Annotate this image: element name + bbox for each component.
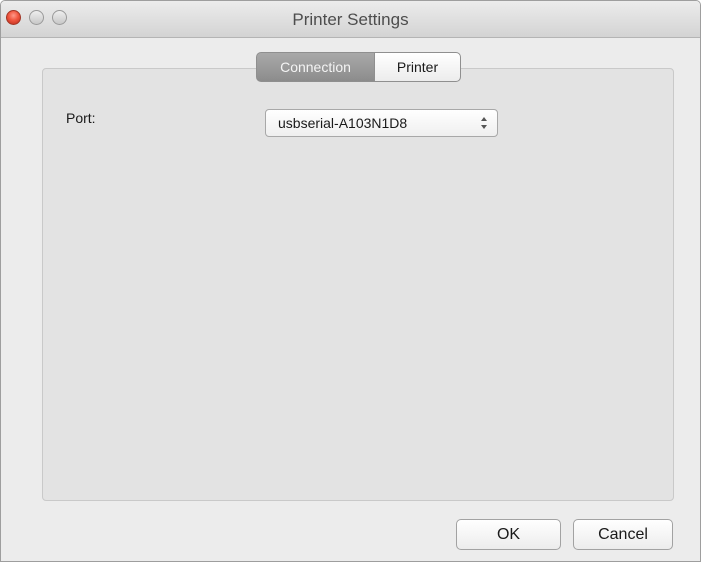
- window-title: Printer Settings: [292, 10, 409, 29]
- tab-bar: Connection Printer: [256, 52, 461, 82]
- port-select[interactable]: usbserial-A103N1D8: [265, 109, 498, 137]
- ok-button[interactable]: OK: [456, 519, 561, 550]
- port-label: Port:: [66, 110, 96, 126]
- cancel-button[interactable]: Cancel: [573, 519, 673, 550]
- printer-settings-window: Printer Settings Connection Printer Port…: [0, 0, 701, 562]
- title-bar[interactable]: Printer Settings: [1, 1, 700, 38]
- tab-printer[interactable]: Printer: [374, 52, 461, 82]
- tab-connection[interactable]: Connection: [256, 52, 374, 82]
- port-select-value: usbserial-A103N1D8: [278, 115, 408, 131]
- up-down-arrows-icon: [481, 117, 487, 129]
